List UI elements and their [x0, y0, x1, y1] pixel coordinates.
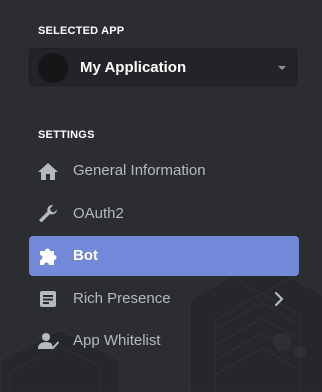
selected-app-heading: SELECTED APP: [38, 25, 125, 37]
home-icon: [37, 161, 59, 181]
sidebar-item-app-whitelist[interactable]: App Whitelist: [29, 321, 299, 361]
sidebar-item-label: Bot: [73, 247, 98, 264]
sidebar-item-label: Rich Presence: [73, 290, 171, 307]
sidebar-item-oauth2[interactable]: OAuth2: [29, 194, 299, 234]
sidebar-item-bot[interactable]: Bot: [29, 236, 299, 276]
selected-app-name: My Application: [80, 59, 187, 76]
document-icon: [37, 289, 59, 309]
sidebar-item-rich-presence[interactable]: Rich Presence: [29, 279, 299, 319]
user-check-icon: [37, 331, 59, 351]
settings-heading: SETTINGS: [38, 129, 95, 141]
sidebar-item-label: App Whitelist: [73, 332, 161, 349]
sidebar-item-general-information[interactable]: General Information: [29, 151, 299, 191]
sidebar-item-label: OAuth2: [73, 205, 124, 222]
app-avatar: [38, 53, 68, 83]
app-selector-dropdown[interactable]: My Application: [29, 48, 297, 86]
chevron-down-icon: [278, 66, 286, 70]
puzzle-icon: [37, 246, 59, 266]
chevron-right-icon: [271, 291, 287, 307]
wrench-icon: [37, 204, 59, 224]
sidebar-item-label: General Information: [73, 162, 206, 179]
app-settings-sidebar: SELECTED APP My Application SETTINGS Gen…: [0, 0, 322, 392]
